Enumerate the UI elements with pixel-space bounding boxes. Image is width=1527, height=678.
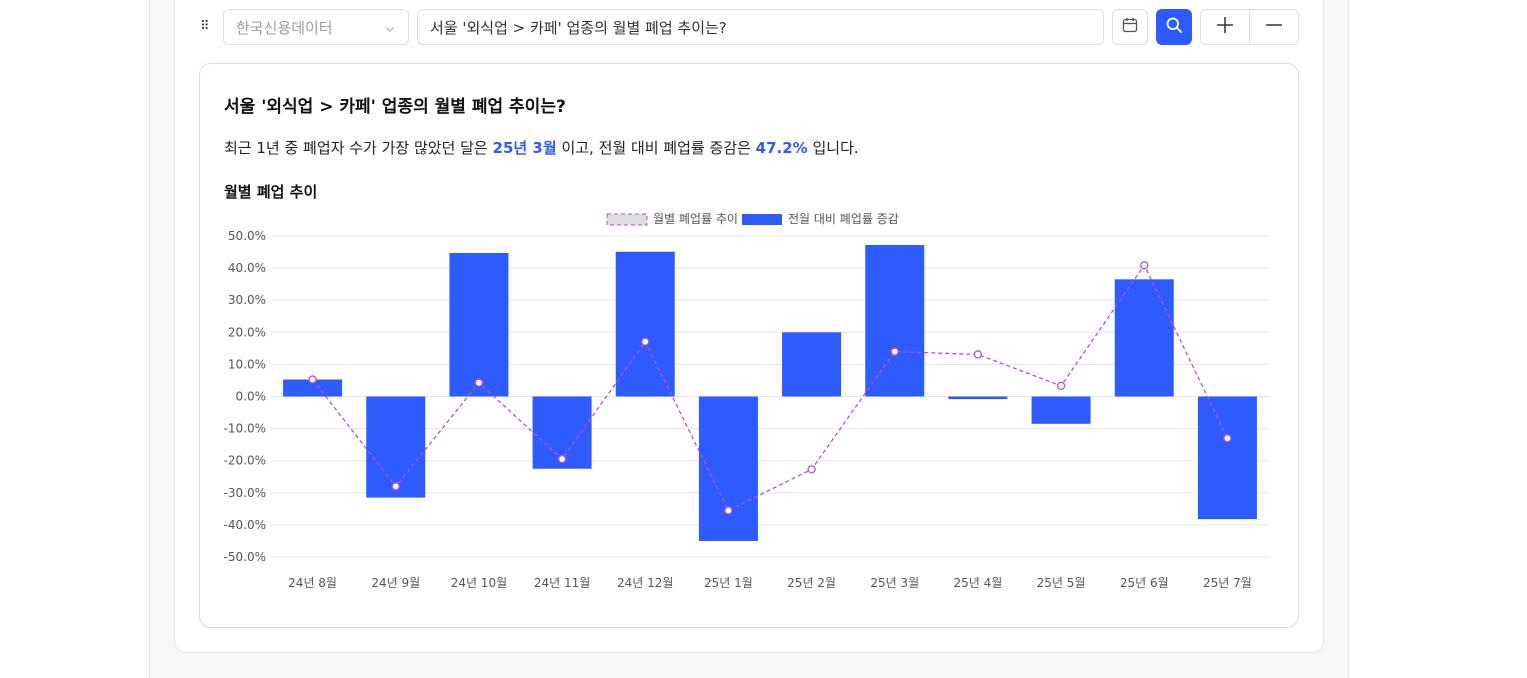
bar	[1114, 279, 1174, 397]
trend-point	[807, 465, 816, 474]
y-tick-label: -30.0%	[224, 486, 266, 500]
remove-button[interactable]	[1249, 9, 1299, 45]
trend-point	[557, 454, 567, 464]
bar	[948, 396, 1008, 400]
trend-point	[308, 375, 317, 384]
bar	[449, 253, 509, 397]
closure-trend-chart: 50.0% 40.0% 30.0% 20.0% 10.0% 0.0% -10.0% -20.0…	[224, 212, 1269, 590]
legend-line-swatch	[606, 213, 648, 226]
x-tick-label: 24년 12월	[617, 576, 673, 590]
y-tick-label: -40.0%	[224, 518, 266, 532]
bar	[1031, 396, 1091, 424]
x-tick-label: 24년 9월	[371, 576, 420, 590]
y-tick-label: 50.0%	[228, 229, 266, 243]
search-button[interactable]	[1156, 9, 1192, 45]
bar	[615, 251, 675, 397]
trend-point	[724, 506, 733, 515]
calendar-button[interactable]	[1112, 9, 1148, 45]
trend-point	[641, 337, 650, 346]
trend-point	[391, 482, 400, 491]
trend-point	[474, 378, 484, 387]
chevron-down-icon	[384, 21, 396, 33]
result-card: 서울 '외식업 > 카페' 업종의 월별 폐업 추이는? 최근 1년 중 폐업자…	[199, 63, 1299, 628]
y-tick-label: 20.0%	[228, 325, 266, 339]
x-tick-label: 25년 7월	[1203, 576, 1252, 590]
calendar-icon	[1121, 16, 1139, 38]
y-tick-label: -50.0%	[224, 550, 266, 564]
x-tick-label: 25년 1월	[704, 576, 753, 590]
trend-point	[1223, 434, 1232, 443]
x-tick-label: 25년 3월	[870, 576, 919, 590]
drag-handle-icon[interactable]: ⠿	[200, 18, 214, 36]
legend-bar-swatch	[742, 214, 782, 225]
plus-icon	[1215, 15, 1235, 39]
x-tick-label: 25년 5월	[1037, 576, 1086, 590]
data-source-select[interactable]: 한국신용데이터	[223, 9, 409, 45]
legend-line-label: 월별 폐업률 추이	[653, 212, 738, 226]
x-tick-label: 25년 2월	[787, 576, 836, 590]
minus-icon	[1264, 15, 1284, 39]
search-icon	[1165, 16, 1183, 38]
y-tick-label: 10.0%	[228, 357, 266, 371]
y-tick-label: -10.0%	[224, 422, 266, 436]
legend-bar-label: 전월 대비 폐업률 증감	[788, 212, 899, 226]
data-source-value: 한국신용데이터	[236, 18, 333, 37]
trend-point	[973, 350, 983, 359]
trend-point	[1056, 381, 1066, 391]
y-tick-label: 0.0%	[236, 390, 267, 404]
trend-point	[890, 347, 899, 356]
bar	[782, 332, 842, 397]
bar	[865, 244, 925, 397]
bar	[1197, 396, 1257, 520]
x-tick-label: 24년 11월	[534, 576, 590, 590]
x-tick-label: 24년 8월	[288, 576, 337, 590]
y-tick-label: 30.0%	[228, 293, 266, 307]
y-tick-label: 40.0%	[228, 261, 266, 275]
add-button[interactable]	[1200, 9, 1250, 45]
y-tick-label: -20.0%	[224, 454, 266, 468]
query-text: 서울 '외식업 > 카페' 업종의 월별 폐업 추이는?	[430, 18, 727, 37]
x-tick-label: 24년 10월	[451, 576, 507, 590]
trend-point	[1140, 261, 1149, 270]
x-tick-label: 25년 6월	[1120, 576, 1169, 590]
query-input[interactable]: 서울 '외식업 > 카페' 업종의 월별 폐업 추이는?	[417, 9, 1104, 45]
x-tick-label: 25년 4월	[954, 576, 1003, 590]
